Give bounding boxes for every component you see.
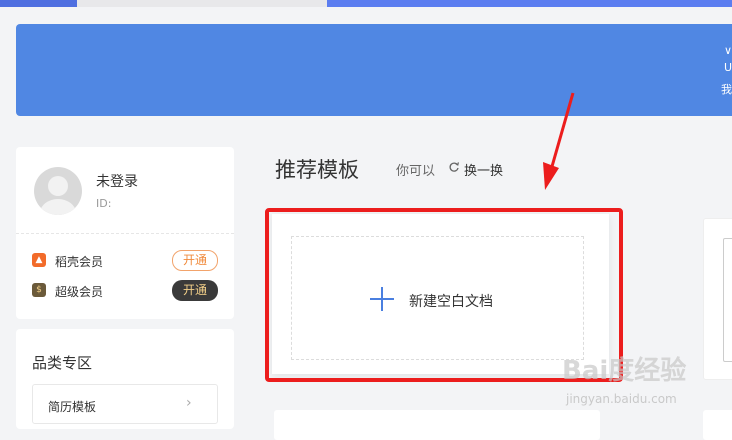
top-tab-bar <box>327 0 732 7</box>
top-tab[interactable] <box>77 0 327 7</box>
template-card[interactable] <box>703 410 732 440</box>
avatar-head-icon <box>48 176 68 196</box>
category-title: 品类专区 <box>32 354 93 372</box>
flame-badge-icon: ▲ <box>32 253 46 267</box>
open-membership-button[interactable]: 开通 <box>172 250 218 271</box>
login-status[interactable]: 未登录 <box>96 171 138 191</box>
banner-text: ∨ <box>723 44 732 57</box>
hint-text: 你可以 <box>396 164 436 179</box>
banner-text: 我 <box>721 83 732 96</box>
vip-label: 超级会员 <box>55 285 104 299</box>
vip-label: 稻壳会员 <box>55 255 104 269</box>
dollar-badge-icon: $ <box>32 283 46 297</box>
category-item-label: 简历模板 <box>48 400 97 414</box>
avatar[interactable] <box>34 167 82 215</box>
chevron-right-icon: › <box>186 395 192 411</box>
divider <box>16 233 234 234</box>
avatar-body-icon <box>40 199 76 215</box>
refresh-icon[interactable] <box>448 161 460 173</box>
top-tab-active[interactable] <box>0 0 77 7</box>
template-thumbnail <box>723 238 732 362</box>
watermark-url: jingyan.baidu.com <box>566 392 677 406</box>
user-id: ID: <box>96 197 112 210</box>
red-arrow-icon <box>543 92 575 190</box>
watermark: Bai度经验 <box>562 356 687 386</box>
open-super-membership-button[interactable]: 开通 <box>172 280 218 301</box>
banner[interactable] <box>16 24 732 116</box>
banner-text: U <box>723 61 732 74</box>
section-title: 推荐模板 <box>275 158 359 182</box>
refresh-button[interactable]: 换一换 <box>464 160 503 179</box>
template-card[interactable] <box>274 410 600 440</box>
